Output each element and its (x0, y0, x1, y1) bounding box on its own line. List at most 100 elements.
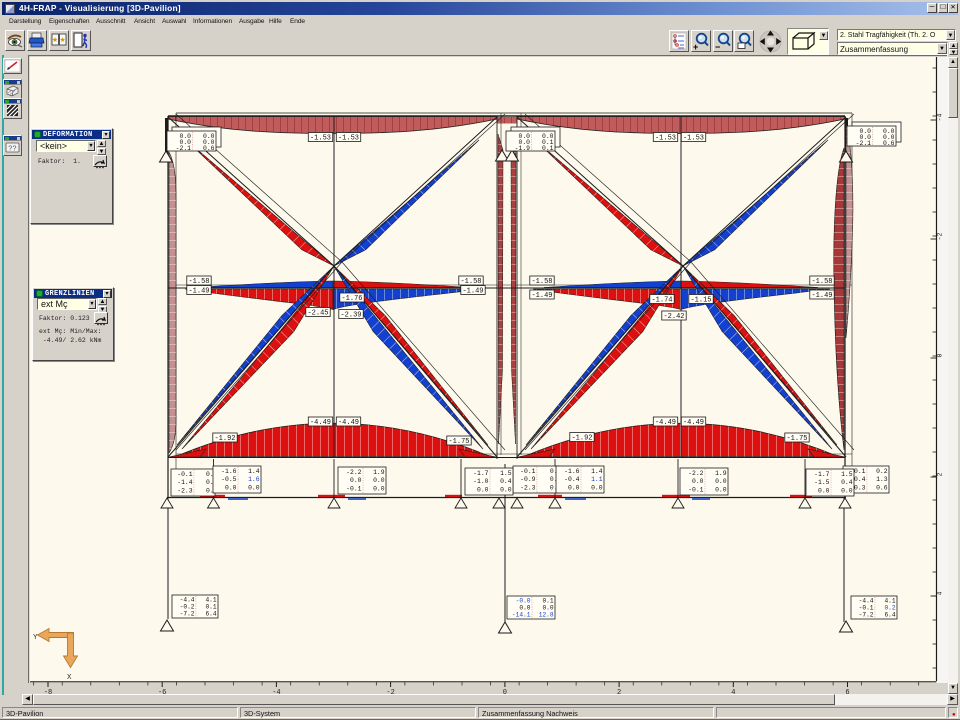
svg-text:0.1: 0.1 (542, 598, 553, 605)
svg-text:-2.45: -2.45 (307, 310, 328, 318)
svg-text:-14.1: -14.1 (512, 612, 531, 619)
svg-text:-2.42: -2.42 (663, 313, 684, 321)
svg-text:0.2: 0.2 (884, 605, 895, 612)
svg-text:0: 0 (503, 689, 507, 696)
svg-text:0.1: 0.1 (542, 145, 554, 152)
svg-text:0.0: 0.0 (591, 485, 603, 492)
svg-text:0.0: 0.0 (373, 477, 385, 484)
svg-text:-7.2: -7.2 (180, 611, 195, 618)
svg-text:4.1: 4.1 (205, 597, 216, 604)
svg-text:1.9: 1.9 (373, 469, 385, 476)
svg-text:-1.74: -1.74 (651, 297, 672, 305)
svg-text:6: 6 (845, 689, 849, 696)
svg-text:-1.49: -1.49 (811, 292, 832, 300)
svg-text:-4: -4 (272, 689, 280, 696)
svg-text:-1.7: -1.7 (814, 471, 830, 478)
svg-text:0.4: 0.4 (841, 479, 853, 486)
svg-text:-0.1: -0.1 (346, 486, 362, 493)
svg-text:0.: 0. (206, 488, 214, 495)
svg-text:-1.15: -1.15 (690, 297, 711, 305)
svg-text:-1.53: -1.53 (338, 135, 359, 143)
svg-text:0.0: 0.0 (477, 487, 489, 494)
svg-text:6.4: 6.4 (205, 611, 216, 618)
svg-text:-1.58: -1.58 (811, 278, 832, 286)
svg-text:0.0: 0.0 (841, 488, 853, 495)
svg-text:0.: 0. (206, 479, 214, 486)
svg-text:??: ?? (8, 146, 16, 154)
svg-text:0.0: 0.0 (715, 487, 727, 494)
svg-text:-8: -8 (44, 689, 52, 696)
svg-text:-2.1: -2.1 (176, 145, 192, 152)
svg-text:4: 4 (731, 689, 735, 696)
svg-text:-7.2: -7.2 (859, 612, 874, 619)
svg-text:-4.49: -4.49 (310, 419, 331, 427)
svg-text:1.4: 1.4 (248, 468, 260, 475)
svg-text:-0.2: -0.2 (180, 604, 195, 611)
svg-text:0: 0 (937, 353, 944, 357)
svg-text:-2.39: -2.39 (340, 312, 361, 320)
svg-text:-1.92: -1.92 (214, 435, 235, 443)
svg-text:6.4: 6.4 (884, 612, 895, 619)
svg-text:-6: -6 (158, 689, 166, 696)
svg-text:0.0: 0.0 (568, 485, 580, 492)
svg-text:-1.75: -1.75 (448, 438, 469, 446)
svg-text:-0.1: -0.1 (520, 468, 536, 475)
svg-text:0.: 0. (206, 471, 214, 478)
svg-text:-2.2: -2.2 (688, 470, 704, 477)
svg-text:-1.53: -1.53 (683, 135, 704, 143)
svg-text:X: X (67, 674, 72, 682)
svg-text:-0.9: -0.9 (520, 476, 536, 483)
svg-text:-1.58: -1.58 (188, 278, 209, 286)
svg-text:★: ★ (60, 36, 66, 44)
svg-text:-1.4: -1.4 (177, 479, 193, 486)
svg-text:-4.49: -4.49 (338, 419, 359, 427)
svg-text:-4.4: -4.4 (859, 598, 874, 605)
svg-text:-1.6: -1.6 (564, 468, 580, 475)
svg-text:0.6: 0.6 (203, 145, 215, 152)
svg-text:2: 2 (617, 689, 621, 696)
svg-text:0.6: 0.6 (876, 485, 888, 492)
svg-text:-0.1: -0.1 (859, 605, 874, 612)
svg-text:4: 4 (937, 591, 944, 595)
svg-text:12.8: 12.8 (539, 612, 554, 619)
svg-text:-1.76: -1.76 (341, 295, 362, 303)
svg-text:-1.49: -1.49 (462, 288, 483, 296)
svg-text:1.5: 1.5 (841, 471, 853, 478)
svg-text:-1.75: -1.75 (786, 435, 807, 443)
svg-text:1.3: 1.3 (876, 476, 888, 483)
svg-text:1.1: 1.1 (591, 476, 603, 483)
svg-text:-1.92: -1.92 (571, 435, 592, 443)
svg-text:4.1: 4.1 (884, 598, 895, 605)
svg-text:-4.4: -4.4 (180, 597, 195, 604)
svg-text:0.0: 0.0 (225, 485, 237, 492)
svg-text:-1.58: -1.58 (531, 278, 552, 286)
svg-text:-1.7: -1.7 (473, 470, 489, 477)
svg-text:-1.6: -1.6 (221, 468, 237, 475)
svg-text:-1.58: -1.58 (460, 278, 481, 286)
svg-text:−: − (715, 42, 720, 51)
svg-text:1.6: 1.6 (248, 476, 260, 483)
svg-text:0.0: 0.0 (715, 478, 727, 485)
svg-text:2: 2 (937, 472, 944, 476)
svg-text:-1.5: -1.5 (814, 479, 830, 486)
svg-text:-1.53: -1.53 (310, 135, 331, 143)
svg-text:-2.1: -2.1 (856, 140, 872, 147)
svg-text:-4.49: -4.49 (655, 419, 676, 427)
svg-text:0.0: 0.0 (692, 478, 704, 485)
svg-text:-1.0: -1.0 (473, 478, 489, 485)
svg-text:0.0: 0.0 (350, 477, 362, 484)
svg-text:-2.3: -2.3 (520, 485, 536, 492)
svg-text:-2.3: -2.3 (177, 488, 193, 495)
svg-text:0.0: 0.0 (519, 605, 530, 612)
svg-text:0.0: 0.0 (373, 486, 385, 493)
svg-text:0.0: 0.0 (818, 488, 830, 495)
svg-text:-2.2: -2.2 (346, 469, 362, 476)
svg-text:0.6: 0.6 (883, 140, 895, 147)
svg-text:1.9: 1.9 (715, 470, 727, 477)
svg-text:-2: -2 (386, 689, 394, 696)
svg-text:0.0: 0.0 (500, 487, 512, 494)
svg-text:-2: -2 (937, 233, 944, 241)
svg-text:0.0: 0.0 (248, 485, 260, 492)
svg-text:-1.49: -1.49 (188, 288, 209, 296)
svg-text:Y: Y (33, 634, 38, 642)
